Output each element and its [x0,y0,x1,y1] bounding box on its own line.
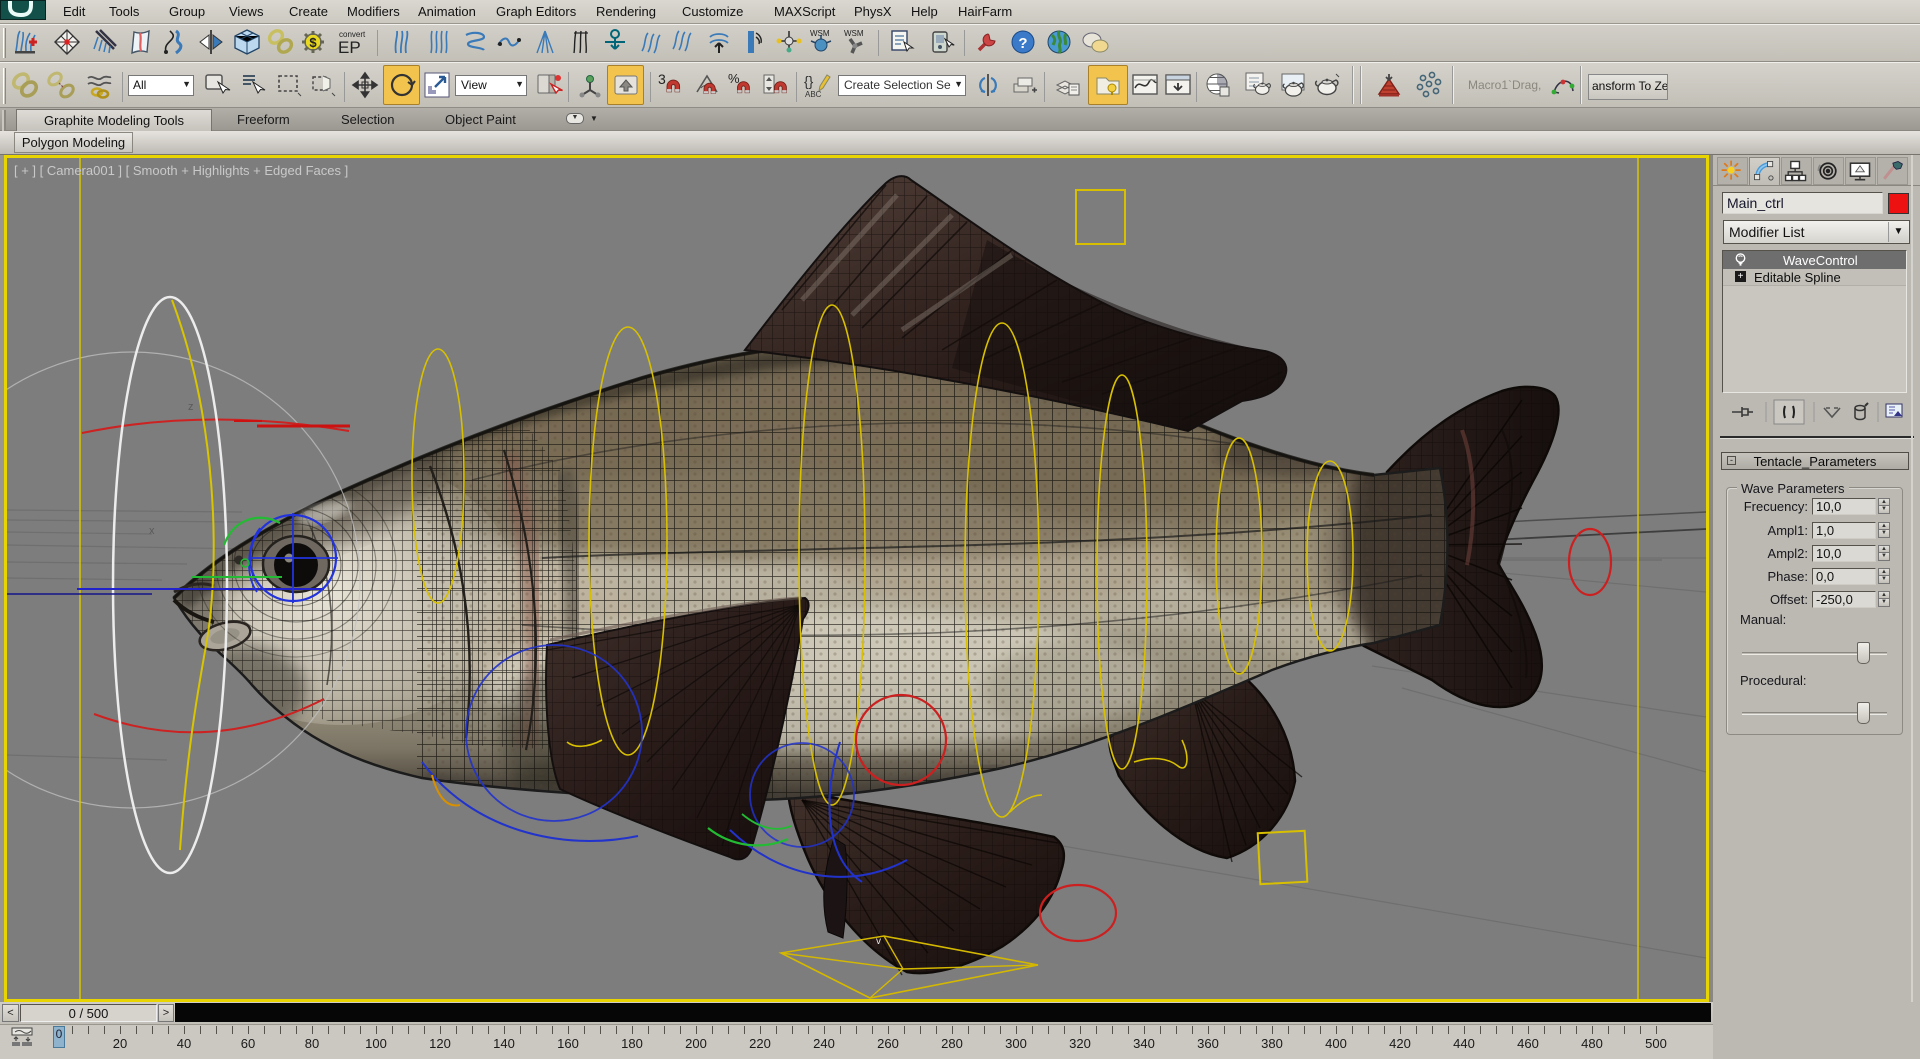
svg-text:{}: {} [804,73,814,89]
svg-text:$: $ [309,35,317,50]
svg-text:x: x [149,525,155,537]
svg-text:[ + ] [ Camera001 ] [ Smooth +: [ + ] [ Camera001 ] [ Smooth + Highlight… [14,163,348,178]
svg-text:WSM: WSM [810,29,830,38]
svg-text:ABC: ABC [805,90,822,99]
svg-text:WSM: WSM [844,29,864,38]
svg-text:?: ? [1018,35,1027,52]
svg-text:z: z [188,401,194,413]
svg-text:3: 3 [658,71,666,87]
svg-text:v: v [876,936,881,947]
svg-text:%: % [728,71,740,86]
svg-text:EP: EP [338,38,361,57]
